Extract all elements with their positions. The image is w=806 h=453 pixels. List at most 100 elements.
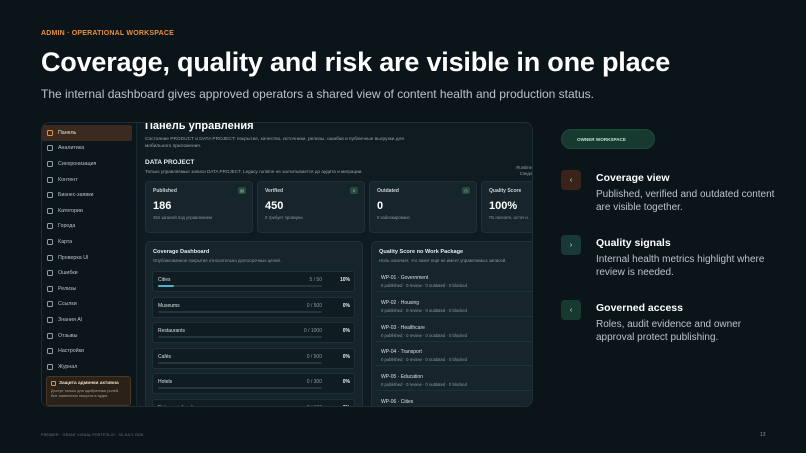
coverage-row[interactable]: Cafés 0 / 500 0% [152,347,355,369]
coverage-count: 0 / 300 [306,379,322,385]
sidebar-item-label: Релизы [58,285,77,292]
feature-desc: Internal health metrics highlight where … [596,254,765,278]
sidebar-item[interactable]: Карта [42,234,136,250]
coverage-count: 0 / 100 [307,405,322,407]
sidebar-item[interactable]: Ошибки [42,265,136,281]
runtime-corner: Runtime Спедн [516,165,532,178]
sidebar-item-label: Категории [58,207,83,214]
quality-desc: Ноль означает, что пакет ещё не имеет уп… [379,258,507,263]
sidebar-item[interactable]: Бизнес-заявки [42,187,136,203]
sidebar: Панель Аналитика Синхронизация Контент Бизне… [42,123,137,406]
coverage-row[interactable]: Hotels 0 / 300 0% [152,373,355,394]
sidebar-item[interactable]: Категории [42,203,136,219]
coverage-icon: ‹ [561,170,581,190]
coverage-name: Cafés [158,353,172,360]
work-package-stats: 0 published · 0 review · 0 outdated · 0 … [381,332,467,338]
settings-icon [47,348,53,355]
admin-protection-notice: Защита админки активна Доступ только для … [46,376,131,406]
sidebar-item[interactable]: Синхронизация [42,156,136,172]
kpi-value: 186 [153,200,172,212]
kpi-card: Verified 0 450 0 требует проверки [257,181,365,233]
coverage-count: 0 / 500 [306,302,322,309]
section-title: DATA PROJECT [145,159,195,166]
kpi-label: Outdated [377,188,399,194]
coverage-percent: 10% [339,277,350,283]
kpi-card: Published ▤ 186 454 записей под управлением [145,181,253,233]
quality-row[interactable]: WP-04 · Transport 0 published · 0 review … [376,345,532,367]
coverage-row[interactable]: Restaurants 0 / 1000 0% [152,322,355,343]
journal-icon [47,363,53,370]
coverage-bar [158,310,322,313]
quality-row[interactable]: WP-01 · Government 0 published · 0 review… [376,271,532,292]
coverage-bar-fill [158,285,175,287]
owner-workspace-pill: OWNER WORKSPACE [561,129,655,149]
page-number: 13 [760,432,766,438]
quality-row[interactable]: WP-03 · Healthcare 0 published · 0 review… [376,321,532,342]
kpi-badge: ▤ [238,187,246,194]
eyebrow: ADMIN · OPERATIONAL WORKSPACE [41,30,174,37]
sidebar-item[interactable]: Знания AI [42,312,136,328]
quality-row[interactable]: WP-05 · Education 0 published · 0 review … [376,370,532,392]
sidebar-item-label: Проверка UI [58,254,89,261]
links-icon [47,301,53,308]
kpi-card: Quality Score 100% По полноте, источ и. [481,181,532,233]
kpi-sub: 0 требует проверки [265,215,303,220]
sidebar-item-label: Контент [58,176,78,183]
work-package-name: WP-04 · Transport [381,349,422,356]
feature-desc: Published, verified and outdated content… [596,189,775,213]
categories-icon [47,207,53,214]
map-icon [47,238,53,245]
dashboard-main: Панель управления Состояние PRODUCT и DA… [137,123,532,406]
content-icon [47,176,53,183]
coverage-row[interactable]: Cities 5 / 50 10% [152,271,355,292]
sidebar-item[interactable]: Настройки [42,343,136,359]
coverage-bar [158,285,322,287]
sidebar-item[interactable]: Панель [42,125,132,141]
work-package-stats: 0 published · 0 review · 0 outdated · 0 … [381,357,467,363]
kpi-card: Outdated ◷ 0 0 заблокировано [369,181,477,233]
page-description: Состояние PRODUCT и DATA PROJECT: покрыт… [145,137,404,150]
sidebar-item-label: Настройки [58,348,84,355]
coverage-row[interactable]: Museums 0 / 500 0% [152,296,355,318]
sidebar-item-label: Ссылки [58,301,77,308]
coverage-row[interactable]: Nature and parks 0 / 100 0% [152,398,355,407]
coverage-count: 0 / 500 [306,353,322,360]
sidebar-item[interactable]: Отзывы [42,328,136,344]
kpi-value: 100% [489,200,518,212]
coverage-name: Nature and parks [158,405,196,407]
sidebar-item[interactable]: Проверка UI [42,250,136,266]
ui-check-icon [47,254,53,261]
coverage-title: Coverage Dashboard [153,249,210,255]
sidebar-item-label: Аналитика [58,145,85,152]
work-package-name: WP-05 · Education [381,374,423,381]
sidebar-item-label: Ошибки [58,270,78,277]
sidebar-item-label: Панель [58,129,77,136]
sync-icon [47,160,53,167]
kpi-label: Verified [265,188,284,194]
quality-icon: › [561,235,581,255]
sidebar-item[interactable]: Ссылки [42,297,136,313]
coverage-panel: Coverage Dashboard Опубликованное покрыт… [145,241,363,407]
section-description: Только управляемые записи DATA PROJECT. … [145,169,363,174]
quality-row[interactable]: WP-06 · Cities [376,395,532,406]
runtime-sub: Спедн [519,171,532,177]
feature-title: Coverage view [596,172,670,184]
sidebar-item[interactable]: Контент [42,172,136,188]
quality-panel: Quality Score по Work Package Ноль означ… [371,241,532,406]
ai-knowledge-icon [47,316,53,323]
coverage-percent: 0% [342,302,350,309]
notice-title: Защита админки активна [59,381,119,386]
coverage-name: Hotels [158,379,173,385]
releases-icon [47,285,53,292]
reviews-icon [47,332,53,339]
sidebar-item-label: Бизнес-заявки [58,192,94,199]
sidebar-item[interactable]: Аналитика [42,141,136,157]
coverage-count: 5 / 50 [309,277,322,283]
sidebar-item[interactable]: Города [42,219,136,235]
quality-row[interactable]: WP-02 · Housing 0 published · 0 review · … [376,296,532,317]
work-package-name: WP-03 · Healthcare [381,324,425,331]
sidebar-item-label: Города [58,223,76,230]
sidebar-item[interactable]: Релизы [42,281,136,297]
sidebar-item[interactable]: Журнал [42,359,136,375]
work-package-name: WP-06 · Cities [381,399,414,405]
